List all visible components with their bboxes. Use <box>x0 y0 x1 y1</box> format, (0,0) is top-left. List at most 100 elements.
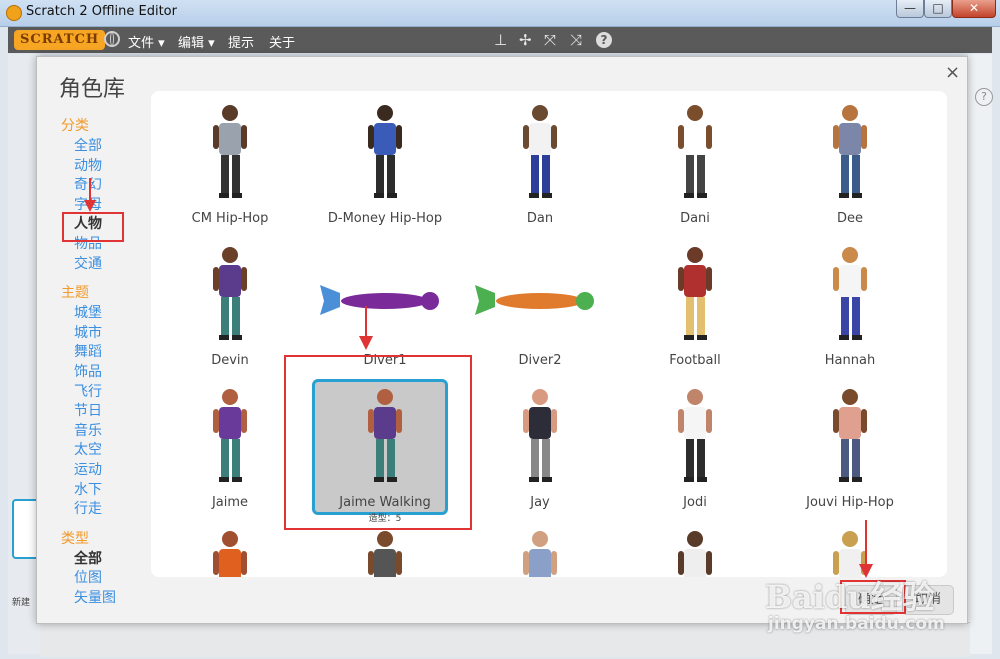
sprite-name: Jay <box>530 495 550 510</box>
sprite-item[interactable] <box>620 525 770 577</box>
theme-heading: 主题 <box>61 285 89 302</box>
sprite-item[interactable]: Jay <box>465 383 615 523</box>
sprite-item[interactable]: Hannah <box>775 241 925 381</box>
sprite-item[interactable]: Jaime <box>155 383 305 523</box>
category-sidebar: 分类 全部 动物 奇幻 字母 人物 物品 交通 主题 城堡 城市 舞蹈 饰品 飞… <box>61 115 151 608</box>
annotation-arrow-people <box>84 178 96 212</box>
sprite-name: Dan <box>526 211 554 226</box>
grow-icon[interactable]: ⤧ <box>544 31 556 49</box>
sprite-item[interactable]: Dan <box>465 99 615 239</box>
sprite-item[interactable]: Jodi <box>620 383 770 523</box>
sprite-item[interactable]: Dee <box>775 99 925 239</box>
annotation-box-people <box>62 212 124 242</box>
sprite-name: D-Money Hip-Hop <box>327 211 443 226</box>
sprite-name: Jodi <box>683 495 707 510</box>
new-sprite-label: 新建 <box>12 598 31 608</box>
watermark-brand: Baidu经验 <box>765 578 935 616</box>
sprite-image <box>320 285 439 315</box>
category-heading: 分类 <box>61 118 89 134</box>
theme-underwater[interactable]: 水下 <box>74 481 151 501</box>
category-all[interactable]: 全部 <box>74 137 151 157</box>
minimize-button[interactable]: — <box>896 0 924 18</box>
dialog-title: 角色库 <box>59 77 126 102</box>
watermark-url: jingyan.baidu.com <box>768 614 945 634</box>
menu-file[interactable]: 文件 ▾ <box>128 32 165 51</box>
annotation-arrow-ok <box>859 520 873 578</box>
sprite-item[interactable]: D-Money Hip-Hop <box>310 99 460 239</box>
sprite-item[interactable]: Devin <box>155 241 305 381</box>
sprite-name: Dee <box>836 211 863 226</box>
sprite-image <box>475 285 594 315</box>
language-globe-icon[interactable] <box>104 31 120 47</box>
theme-space[interactable]: 太空 <box>74 441 151 461</box>
theme-holiday[interactable]: 节日 <box>74 402 151 422</box>
type-heading: 类型 <box>61 530 89 547</box>
sprite-image <box>678 247 712 340</box>
menu-about[interactable]: 关于 <box>269 32 295 51</box>
theme-flying[interactable]: 飞行 <box>74 383 151 403</box>
category-animals[interactable]: 动物 <box>74 157 151 177</box>
sprite-image <box>678 531 712 577</box>
sprite-item[interactable]: Diver2 <box>465 241 615 381</box>
sprite-image <box>833 531 867 577</box>
window-title: Scratch 2 Offline Editor <box>26 4 177 19</box>
sprite-image <box>833 247 867 340</box>
category-transportation[interactable]: 交通 <box>74 255 151 275</box>
sprite-image <box>213 105 247 198</box>
stamp-icon[interactable]: ⊥ <box>494 31 507 49</box>
theme-dance[interactable]: 舞蹈 <box>74 343 151 363</box>
sprite-image <box>213 247 247 340</box>
help-icon[interactable]: ? <box>596 32 612 48</box>
theme-city[interactable]: 城市 <box>74 324 151 344</box>
theme-walking[interactable]: 行走 <box>74 500 151 520</box>
help-circle-icon[interactable]: ? <box>975 88 993 106</box>
annotation-box-selected-sprite <box>284 355 472 530</box>
theme-dress-up[interactable]: 饰品 <box>74 363 151 383</box>
sprite-name: Jouvi Hip-Hop <box>806 495 894 510</box>
sprite-grid: CM Hip-Hop D-Money Hip-Hop Dan Dani Dee … <box>151 91 947 577</box>
sprite-item[interactable] <box>775 525 925 577</box>
sprite-image <box>678 105 712 198</box>
sprite-image <box>213 389 247 482</box>
cut-icon[interactable]: ✢ <box>519 31 532 49</box>
sprite-image <box>213 531 247 577</box>
sprite-name: Dani <box>680 211 710 226</box>
theme-music[interactable]: 音乐 <box>74 422 151 442</box>
theme-castle[interactable]: 城堡 <box>74 304 151 324</box>
menu-tips[interactable]: 提示 <box>228 32 254 51</box>
scratch-menubar: SCRATCH 文件 ▾ 编辑 ▾ 提示 关于 ⊥ ✢ ⤧ ⤨ ? <box>8 27 992 53</box>
shrink-icon[interactable]: ⤨ <box>570 31 582 49</box>
sprite-image <box>368 105 402 198</box>
maximize-button[interactable]: □ <box>924 0 952 18</box>
sprite-item[interactable]: Dani <box>620 99 770 239</box>
annotation-arrow-sprite <box>359 306 373 350</box>
type-bitmap[interactable]: 位图 <box>74 569 151 589</box>
sprite-image <box>523 531 557 577</box>
sprite-item[interactable] <box>465 525 615 577</box>
type-all[interactable]: 全部 <box>74 550 151 570</box>
sprite-name: Hannah <box>824 353 876 368</box>
sprite-library-dialog: 角色库 × 分类 全部 动物 奇幻 字母 人物 物品 交通 主题 城堡 城市 舞… <box>36 56 968 624</box>
sprite-item[interactable]: Jouvi Hip-Hop <box>775 383 925 523</box>
sprite-item[interactable] <box>155 525 305 577</box>
sprite-image <box>523 105 557 198</box>
sprite-image <box>833 105 867 198</box>
type-vector[interactable]: 矢量图 <box>74 589 151 609</box>
sprite-name: Diver2 <box>518 353 562 368</box>
close-dialog-icon[interactable]: × <box>945 62 960 83</box>
menu-edit[interactable]: 编辑 ▾ <box>178 32 215 51</box>
sprite-image <box>833 389 867 482</box>
scratch-logo: SCRATCH <box>14 30 106 50</box>
theme-sports[interactable]: 运动 <box>74 461 151 481</box>
window-titlebar: Scratch 2 Offline Editor — □ ✕ <box>0 0 1000 27</box>
sprite-name: Football <box>669 353 721 368</box>
sprite-item[interactable]: CM Hip-Hop <box>155 99 305 239</box>
sprite-item[interactable] <box>310 525 460 577</box>
sprite-image <box>368 531 402 577</box>
editor-right-panel <box>968 54 992 654</box>
sprite-image <box>678 389 712 482</box>
sprite-name: Jaime <box>211 495 249 510</box>
close-window-button[interactable]: ✕ <box>952 0 996 18</box>
sprite-name: Devin <box>211 353 249 368</box>
sprite-item[interactable]: Football <box>620 241 770 381</box>
